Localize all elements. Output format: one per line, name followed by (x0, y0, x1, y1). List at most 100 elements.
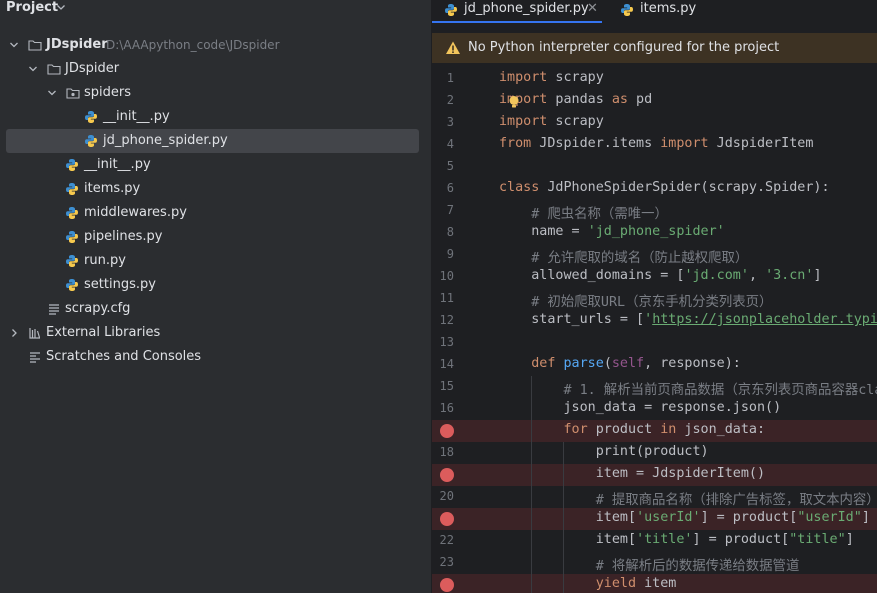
tree-item-run[interactable]: run.py (0, 249, 431, 273)
code-token: '3.cn' (765, 268, 814, 283)
python-file-icon (66, 255, 78, 267)
line-number: 15 (439, 379, 454, 393)
library-icon (29, 328, 41, 339)
code-line[interactable]: 3 import scrapy (432, 112, 877, 134)
code-line[interactable]: for product in json_data: (432, 420, 877, 442)
chevron-down-icon[interactable] (9, 39, 19, 51)
code-line[interactable]: 22 item['title'] = product["title"] (432, 530, 877, 552)
tree-item-label: __init__.py (84, 157, 151, 172)
code-line[interactable]: 12 start_urls = ['https://jsonplaceholde… (432, 310, 877, 332)
line-number: 20 (439, 489, 454, 503)
tab-jd-phone-spider[interactable]: jd_phone_spider.py ✕ (432, 0, 610, 23)
python-file-icon (66, 183, 78, 195)
chevron-down-icon[interactable] (47, 87, 57, 99)
project-header[interactable]: Project (0, 0, 431, 18)
tree-item-scrapy-cfg[interactable]: scrapy.cfg (0, 297, 431, 321)
tree-item-items[interactable]: items.py (0, 177, 431, 201)
line-number: 6 (446, 181, 454, 195)
code-line[interactable]: 15 # 1. 解析当前页商品数据（京东列表页商品容器class) (432, 376, 877, 398)
code-line[interactable]: 1 import scrapy (432, 68, 877, 90)
code-text: # 将解析后的数据传递给数据管道 (499, 554, 800, 574)
code-line[interactable]: 8 name = 'jd_phone_spider' (432, 222, 877, 244)
code-token: for (563, 422, 588, 437)
breakpoint-icon[interactable] (440, 424, 454, 438)
tree-item-spiders[interactable]: spiders (0, 81, 431, 105)
tree-item-label: External Libraries (46, 325, 161, 340)
package-folder-icon (66, 88, 80, 99)
chevron-down-icon[interactable] (28, 63, 38, 75)
code-line[interactable]: 5 (432, 156, 877, 178)
tree-item-external-libraries[interactable]: External Libraries (0, 321, 431, 345)
code-token: JdspiderItem (708, 136, 814, 151)
tree-item-settings[interactable]: settings.py (0, 273, 431, 297)
code-token: pd (628, 92, 653, 107)
code-token: scrapy (547, 70, 604, 85)
lightbulb-icon[interactable] (507, 95, 521, 109)
tree-item-middlewares[interactable]: middlewares.py (0, 201, 431, 225)
code-line[interactable]: 16 json_data = response.json() (432, 398, 877, 420)
tree-item-label: items.py (84, 181, 141, 196)
code-token: # 将解析后的数据传递给数据管道 (595, 559, 800, 574)
chevron-right-icon[interactable] (9, 327, 19, 339)
tree-item-label: scrapy.cfg (65, 301, 131, 316)
code-line[interactable]: item = JdspiderItem() (432, 464, 877, 486)
code-line[interactable]: 10 allowed_domains = ['jd.com', '3.cn'] (432, 266, 877, 288)
code-line[interactable]: 13 (432, 332, 877, 354)
code-line[interactable]: yield item (432, 574, 877, 593)
line-number: 1 (446, 71, 454, 85)
code-token: json_data: (676, 422, 766, 437)
breakpoint-icon[interactable] (440, 578, 454, 592)
code-line[interactable]: 20 # 提取商品名称（排除广告标签，取文本内容） (432, 486, 877, 508)
tree-item-init[interactable]: __init__.py (0, 153, 431, 177)
code-text: import pandas as pd (499, 92, 652, 107)
code-token: in (660, 422, 677, 437)
code-line[interactable]: item['userId'] = product["userId"] (432, 508, 877, 530)
tree-item-pipelines[interactable]: pipelines.py (0, 225, 431, 249)
line-number: 12 (439, 313, 454, 327)
code-token: ( (603, 356, 612, 371)
code-line[interactable]: 4 from JDspider.items import JdspiderItem (432, 134, 877, 156)
interpreter-warning-bar[interactable]: No Python interpreter configured for the… (432, 33, 877, 63)
code-token: # 提取商品名称（排除广告标签，取文本内容） (595, 493, 877, 508)
code-token: yield (595, 576, 637, 591)
code-token: import (499, 114, 548, 129)
code-line[interactable]: 9 # 允许爬取的域名（防止越权爬取） (432, 244, 877, 266)
code-line[interactable]: 7 # 爬虫名称（需唯一） (432, 200, 877, 222)
code-line[interactable]: 18 print(product) (432, 442, 877, 464)
warning-text: No Python interpreter configured for the… (468, 40, 780, 55)
tree-item-jdspider[interactable]: JDspider (0, 57, 431, 81)
code-line[interactable]: 2 import pandas as pd (432, 90, 877, 112)
code-text: allowed_domains = ['jd.com', '3.cn'] (499, 268, 821, 283)
tree-item-root[interactable]: JDspider D:\AAApython_code\JDspider (0, 33, 431, 57)
project-title[interactable]: Project (6, 0, 58, 15)
line-number: 8 (446, 225, 454, 239)
python-file-icon (66, 279, 78, 291)
tree-item-spiders-init[interactable]: __init__.py (0, 105, 431, 129)
code-line[interactable]: 11 # 初始爬取URL（京东手机分类列表页） (432, 288, 877, 310)
tree-item-scratches[interactable]: Scratches and Consoles (0, 345, 431, 369)
code-area[interactable]: 1 import scrapy 2 import pandas as pd 3 impor… (432, 68, 877, 593)
code-line[interactable]: 14 def parse(self, response): (432, 354, 877, 376)
line-number: 22 (439, 533, 454, 547)
breakpoint-icon[interactable] (440, 512, 454, 526)
line-number: 18 (439, 445, 454, 459)
tree-item-label: __init__.py (103, 109, 170, 124)
close-icon[interactable]: ✕ (587, 1, 598, 16)
tree-item-jd-phone-spider[interactable]: jd_phone_spider.py (6, 129, 419, 153)
code-token: 'jd_phone_spider' (587, 224, 725, 239)
breakpoint-icon[interactable] (440, 468, 454, 482)
code-token: https://jsonplaceholder.typicode.com/pos… (652, 312, 877, 327)
tab-items[interactable]: items.py (618, 0, 728, 22)
code-line[interactable]: 6 class JdPhoneSpiderSpider(scrapy.Spider… (432, 178, 877, 200)
python-file-icon (445, 4, 457, 16)
tree-item-label: Scratches and Consoles (46, 349, 202, 364)
chevron-down-icon[interactable] (56, 2, 66, 12)
code-token: class (499, 180, 540, 195)
code-line[interactable]: 23 # 将解析后的数据传递给数据管道 (432, 552, 877, 574)
code-token: 'title' (636, 532, 693, 547)
code-text: class JdPhoneSpiderSpider(scrapy.Spider)… (499, 180, 830, 195)
